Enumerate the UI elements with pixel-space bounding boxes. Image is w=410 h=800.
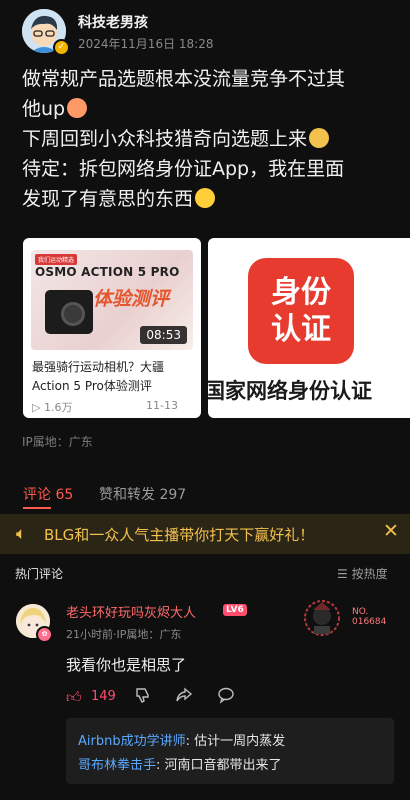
post-line: 做常规产品选题根本没流量竞争不过其 [22, 68, 346, 90]
post-text: 做常规产品选题根本没流量竞争不过其 他up 下周回到小众科技猎奇向选题上来 待定… [22, 64, 392, 214]
play-icon: ▷ [32, 401, 44, 414]
drooling-emoji-icon [195, 188, 216, 208]
decoration-card-icon [300, 598, 350, 638]
thumbnail-badge: 我们运动精选 [35, 254, 78, 265]
comment-meta: 21小时前·IP属地：广东 [66, 628, 182, 641]
app-logo-text: 身份 认证 [271, 275, 331, 347]
reply-item[interactable]: Airbnb成功学讲师: 估计一周内蒸发 [78, 730, 285, 749]
sort-icon: ☰ [337, 567, 352, 581]
close-icon[interactable]: ✕ [383, 520, 399, 542]
cat-emoji-icon [309, 128, 330, 148]
thumbnail-brand: OSMO ACTION 5 PRO [35, 265, 180, 279]
sort-button[interactable]: ☰ 按热度 [337, 565, 388, 582]
video-date: 11-13 [146, 399, 178, 412]
like-count: 149 [91, 689, 116, 704]
author-name[interactable]: 科技老男孩 [78, 12, 148, 32]
active-tab-indicator [23, 507, 51, 509]
banner-text[interactable]: BLG和一众人气主播带你打天下赢好礼！ [44, 524, 314, 545]
vip-badge-icon: ✿ [36, 626, 53, 643]
video-card[interactable]: 我们运动精选 OSMO ACTION 5 PRO 体验测评 08:53 最强骑行… [23, 238, 201, 418]
app-card[interactable]: 身份 认证 国家网络身份认证 [208, 238, 410, 418]
commenter-name[interactable]: 老头环好玩吗灰烬大人 [66, 602, 196, 621]
comment-icon[interactable] [217, 686, 235, 708]
thumbs-down-icon[interactable] [134, 686, 152, 708]
video-views: ▷ 1.6万 [32, 401, 73, 414]
video-thumbnail: 我们运动精选 OSMO ACTION 5 PRO 体验测评 08:53 [31, 250, 193, 350]
reply-author[interactable]: Airbnb成功学讲师 [78, 734, 186, 749]
fan-number: NO. 016684 [352, 607, 387, 627]
level-badge: LV6 [223, 604, 247, 616]
app-card-caption: 国家网络身份认证 [208, 379, 372, 403]
reply-list[interactable]: Airbnb成功学讲师: 估计一周内蒸发 哥布林拳击手: 河南口音都带出来了 [66, 718, 394, 784]
post-line: 他up [22, 94, 392, 124]
video-duration: 08:53 [140, 326, 187, 344]
tab-likes-reposts[interactable]: 赞和转发 297 [99, 484, 186, 504]
post-line: 发现了有意思的东西 [22, 184, 392, 214]
camera-icon [45, 290, 93, 334]
verified-badge-icon: ✓ [53, 39, 70, 56]
post-time: 2024年11月16日 18:28 [78, 37, 214, 51]
hot-comments-title: 热门评论 [15, 567, 64, 581]
reply-item[interactable]: 哥布林拳击手: 河南口音都带出来了 [78, 754, 282, 773]
reply-text: : 估计一周内蒸发 [185, 734, 286, 749]
ip-location: IP属地：广东 [22, 435, 93, 449]
speaker-icon: 🔈︎ [16, 524, 27, 544]
tab-comments[interactable]: 评论 65 [23, 484, 73, 504]
reply-text: : 河南口音都带出来了 [156, 758, 282, 773]
thumbnail-overlay-text: 体验测评 [93, 288, 170, 310]
crying-emoji-icon [67, 98, 88, 118]
reply-author[interactable]: 哥布林拳击手 [78, 758, 156, 773]
thumbs-up-icon[interactable]: 👍︎ [66, 688, 82, 707]
identity-app-logo-icon: 身份 认证 [248, 258, 354, 364]
share-icon[interactable] [175, 686, 193, 708]
video-title: 最强骑行运动相机？大疆Action 5 Pro体验测评 [32, 360, 165, 393]
post-line: 待定：拆包网络身份证App，我在里面 [22, 158, 345, 180]
comment-text: 我看你也是相思了 [66, 656, 187, 674]
post-line: 下周回到小众科技猎奇向选题上来 [22, 124, 392, 154]
